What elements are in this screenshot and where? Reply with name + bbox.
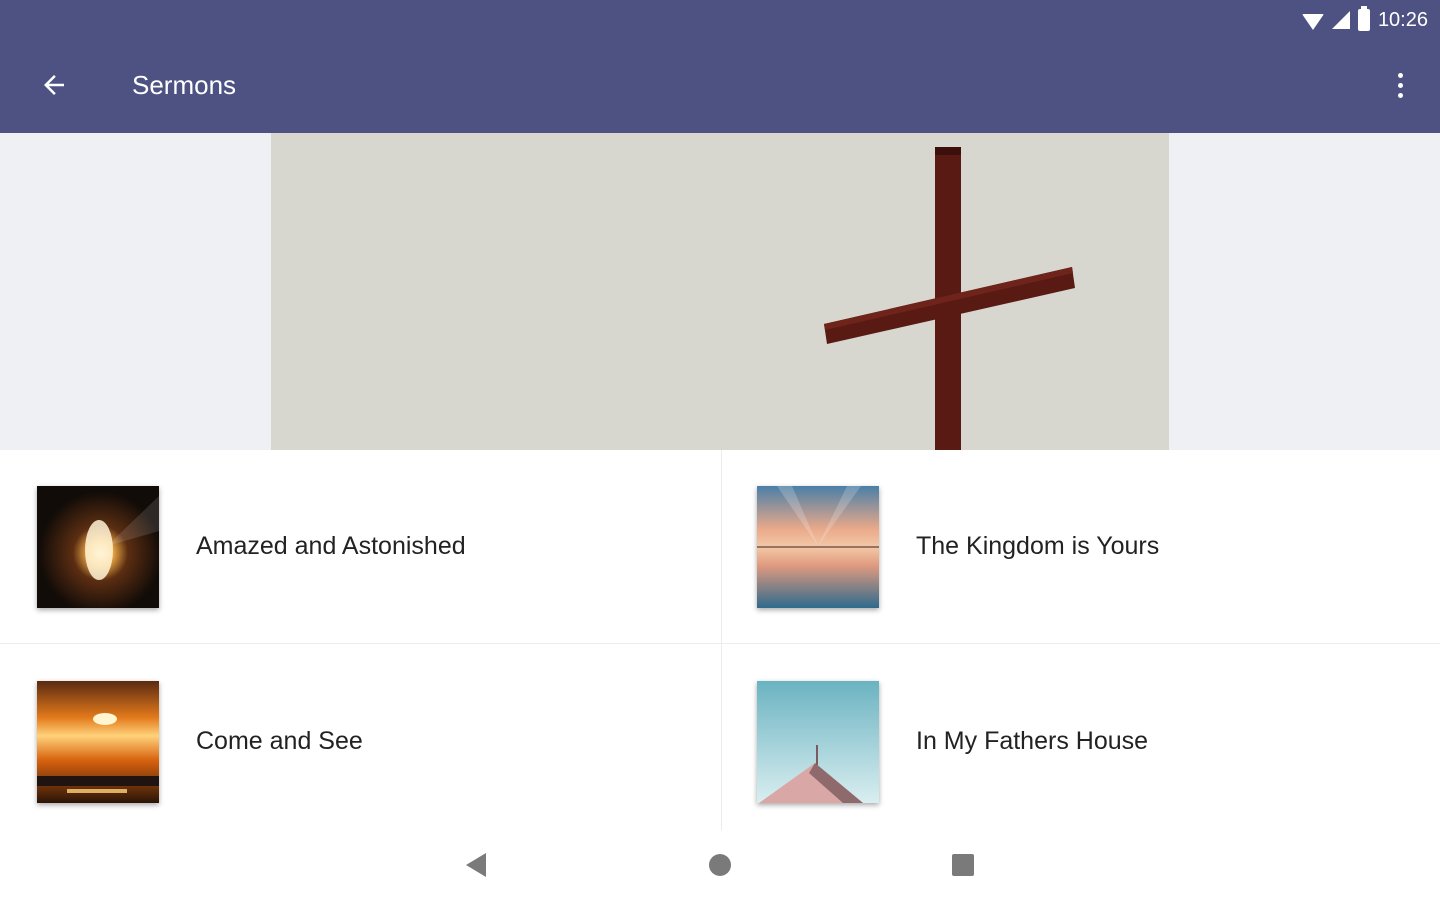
sermon-thumbnail [37,486,159,608]
nav-home-button[interactable] [700,848,740,882]
wifi-icon [1301,14,1324,30]
sermon-thumbnail [757,486,879,608]
back-button[interactable] [26,62,82,108]
nav-back-icon [466,853,486,877]
status-bar: 10:26 [1301,6,1428,34]
sermon-title: Amazed and Astonished [196,532,466,560]
sermon-thumbnail [37,681,159,803]
nav-recents-icon [952,854,974,876]
nav-recents-button[interactable] [943,848,983,882]
sermon-item[interactable]: Come and See [0,645,720,838]
sermon-item[interactable]: Amazed and Astonished [0,450,720,643]
more-vert-icon [1397,72,1403,78]
nav-back-button[interactable] [456,848,496,882]
sermon-title: In My Fathers House [916,727,1149,755]
status-time: 10:26 [1377,8,1428,31]
sermon-grid: Amazed and Astonished The Kingdom is You… [0,450,1440,830]
cell-signal-icon [1331,11,1350,29]
row-divider [0,643,1440,644]
app-bar: 10:26 Sermons [0,0,1440,133]
hero-banner [0,133,1440,450]
page-title: Sermons [132,70,237,100]
hero-image [271,133,1169,450]
sermon-thumbnail [757,681,879,803]
cross-image [824,147,1075,450]
sermon-title: Come and See [196,727,363,755]
sermon-title: The Kingdom is Yours [916,532,1160,560]
sermon-item[interactable]: The Kingdom is Yours [720,450,1440,643]
system-nav-bar [0,830,1440,900]
overflow-menu-button[interactable] [1384,62,1416,108]
sermon-item[interactable]: In My Fathers House [720,645,1440,838]
battery-icon [1357,6,1370,31]
toolbar: Sermons [0,50,1440,120]
nav-home-icon [709,854,731,876]
arrow-left-icon [44,75,64,95]
